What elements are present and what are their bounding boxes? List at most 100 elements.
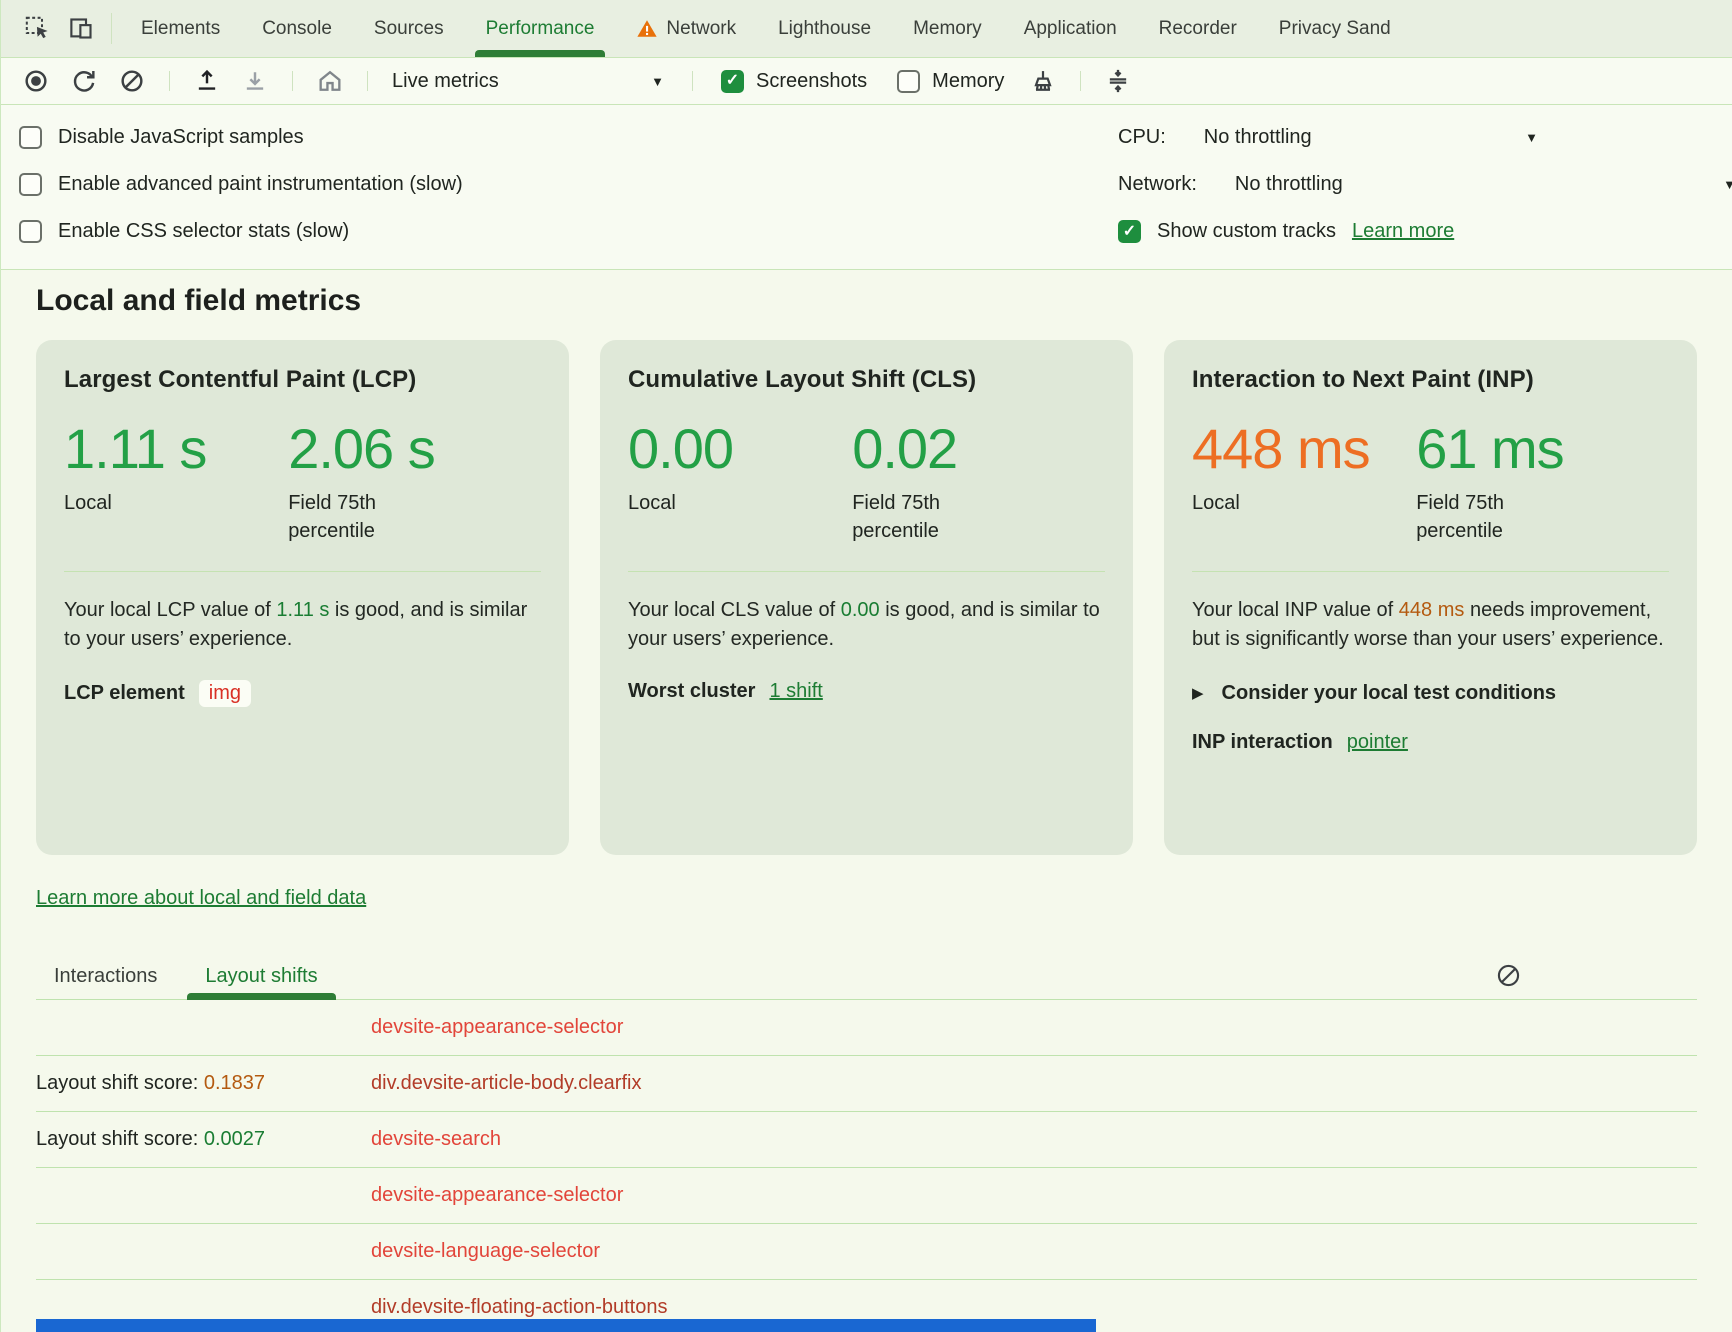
worst-cluster-link[interactable]: 1 shift bbox=[769, 680, 822, 703]
lcp-field-value: 2.06 s bbox=[288, 420, 541, 479]
layout-shift-row: devsite-language-selector bbox=[36, 1224, 1697, 1280]
screenshots-checkbox[interactable]: ✓ Screenshots bbox=[711, 70, 877, 93]
local-label: Local bbox=[1192, 489, 1416, 517]
devtools-performance-panel: Elements Console Sources Performance Net… bbox=[0, 0, 1732, 1332]
tab-lighthouse[interactable]: Lighthouse bbox=[757, 0, 892, 57]
shift-element-link[interactable]: devsite-search bbox=[371, 1128, 501, 1151]
custom-tracks-learn-more-link[interactable]: Learn more bbox=[1352, 220, 1454, 243]
horizontal-scrollbar[interactable] bbox=[36, 1319, 1096, 1332]
cls-inline-value: 0.00 bbox=[841, 599, 880, 621]
custom-tracks-checkbox[interactable]: ✓ bbox=[1118, 220, 1141, 243]
advanced-paint-instrumentation-checkbox[interactable]: Enable advanced paint instrumentation (s… bbox=[19, 161, 463, 208]
checkbox-unchecked bbox=[19, 173, 42, 196]
download-profile-icon[interactable] bbox=[236, 62, 274, 100]
lcp-values: 1.11 s Local 2.06 s Field 75th percentil… bbox=[64, 420, 541, 545]
field-column: 61 ms Field 75th percentile bbox=[1416, 420, 1669, 545]
clear-icon[interactable] bbox=[113, 62, 151, 100]
score-cell: Layout shift score: 0.0027 bbox=[36, 1128, 371, 1151]
tab-application[interactable]: Application bbox=[1003, 0, 1138, 57]
cpu-label: CPU: bbox=[1118, 126, 1166, 149]
tab-interactions[interactable]: Interactions bbox=[36, 954, 175, 999]
disclosure-triangle-icon: ▶ bbox=[1192, 684, 1204, 702]
tab-label: Lighthouse bbox=[778, 18, 871, 40]
inp-interaction-link[interactable]: pointer bbox=[1347, 731, 1408, 754]
capture-settings-right: CPU: No throttling ▼ Network: No throttl… bbox=[1118, 114, 1732, 260]
lcp-card: Largest Contentful Paint (LCP) 1.11 s Lo… bbox=[36, 340, 569, 855]
inspect-element-icon[interactable] bbox=[15, 0, 59, 57]
performance-toolbar: Live metrics ▼ ✓ Screenshots Memory bbox=[1, 58, 1732, 105]
live-metrics-view: Local and field metrics Largest Contentf… bbox=[1, 270, 1732, 1332]
tab-label: Elements bbox=[141, 18, 220, 40]
shift-element-link[interactable]: div.devsite-article-body.clearfix bbox=[371, 1072, 641, 1095]
home-icon[interactable] bbox=[311, 62, 349, 100]
device-toolbar-icon[interactable] bbox=[59, 0, 103, 57]
worst-cluster-row: Worst cluster 1 shift bbox=[628, 680, 1105, 703]
checkbox-unchecked bbox=[897, 70, 920, 93]
inp-interaction-row: INP interaction pointer bbox=[1192, 731, 1669, 754]
shift-element-link[interactable]: devsite-appearance-selector bbox=[371, 1016, 623, 1039]
lcp-element-node-link[interactable]: img bbox=[199, 680, 251, 707]
css-selector-stats-checkbox[interactable]: Enable CSS selector stats (slow) bbox=[19, 208, 463, 255]
tab-layout-shifts[interactable]: Layout shifts bbox=[187, 954, 335, 999]
tab-network[interactable]: Network bbox=[615, 0, 757, 57]
chevron-down-icon: ▼ bbox=[1525, 130, 1538, 145]
inp-interaction-label: INP interaction bbox=[1192, 731, 1333, 754]
card-title: Cumulative Layout Shift (CLS) bbox=[628, 366, 1105, 394]
metric-cards: Largest Contentful Paint (LCP) 1.11 s Lo… bbox=[36, 340, 1697, 855]
cls-card: Cumulative Layout Shift (CLS) 0.00 Local… bbox=[600, 340, 1133, 855]
tab-performance[interactable]: Performance bbox=[465, 0, 616, 57]
divider bbox=[111, 13, 112, 44]
devtools-tabbar: Elements Console Sources Performance Net… bbox=[1, 0, 1732, 58]
network-label: Network: bbox=[1118, 173, 1197, 196]
panel-mode-select[interactable]: Live metrics ▼ bbox=[386, 70, 674, 93]
lcp-element-label: LCP element bbox=[64, 682, 185, 705]
inp-description: Your local INP value of 448 ms needs imp… bbox=[1192, 596, 1669, 654]
warning-icon bbox=[636, 18, 658, 40]
setting-label: Enable advanced paint instrumentation (s… bbox=[58, 173, 463, 196]
cpu-value: No throttling bbox=[1204, 126, 1312, 149]
disclosure-label: Consider your local test conditions bbox=[1222, 682, 1557, 705]
local-test-conditions-disclosure[interactable]: ▶ Consider your local test conditions bbox=[1192, 682, 1669, 705]
check-icon: ✓ bbox=[1123, 221, 1136, 241]
tab-label: Interactions bbox=[54, 965, 157, 988]
local-column: 0.00 Local bbox=[628, 420, 852, 545]
shift-score: 0.1837 bbox=[204, 1072, 265, 1094]
shift-element-link[interactable]: div.devsite-floating-action-buttons bbox=[371, 1296, 667, 1319]
tab-label: Memory bbox=[913, 18, 982, 40]
checkbox-unchecked bbox=[19, 220, 42, 243]
clear-log-icon[interactable] bbox=[1495, 962, 1522, 992]
tab-privacy-sandbox[interactable]: Privacy Sand bbox=[1258, 0, 1391, 57]
layout-shift-row: Layout shift score: 0.0027 devsite-searc… bbox=[36, 1112, 1697, 1168]
local-column: 448 ms Local bbox=[1192, 420, 1416, 545]
lcp-local-value: 1.11 s bbox=[64, 420, 288, 479]
tab-console[interactable]: Console bbox=[241, 0, 353, 57]
field-data-learn-more-link[interactable]: Learn more about local and field data bbox=[36, 887, 366, 910]
upload-profile-icon[interactable] bbox=[188, 62, 226, 100]
cpu-throttling-select[interactable]: CPU: No throttling ▼ bbox=[1118, 114, 1732, 161]
tab-label: Network bbox=[666, 18, 736, 40]
show-custom-tracks-row: ✓ Show custom tracks Learn more bbox=[1118, 208, 1732, 255]
reload-record-icon[interactable] bbox=[65, 62, 103, 100]
tab-elements[interactable]: Elements bbox=[120, 0, 241, 57]
card-title: Largest Contentful Paint (LCP) bbox=[64, 366, 541, 394]
tab-recorder[interactable]: Recorder bbox=[1138, 0, 1258, 57]
collapse-icon[interactable] bbox=[1099, 62, 1137, 100]
memory-checkbox[interactable]: Memory bbox=[887, 70, 1014, 93]
network-throttling-select[interactable]: Network: No throttling ▼ bbox=[1118, 161, 1732, 208]
tab-sources[interactable]: Sources bbox=[353, 0, 465, 57]
garbage-collect-broom-icon[interactable] bbox=[1024, 62, 1062, 100]
record-icon[interactable] bbox=[17, 62, 55, 100]
tab-label: Console bbox=[262, 18, 332, 40]
chevron-down-icon: ▼ bbox=[1723, 177, 1732, 192]
shift-element-link[interactable]: devsite-language-selector bbox=[371, 1240, 600, 1263]
inp-inline-value: 448 ms bbox=[1399, 599, 1465, 621]
lcp-description: Your local LCP value of 1.11 s is good, … bbox=[64, 596, 541, 654]
shift-element-link[interactable]: devsite-appearance-selector bbox=[371, 1184, 623, 1207]
logs-tab-strip: Interactions Layout shifts bbox=[36, 954, 1697, 1000]
tab-memory[interactable]: Memory bbox=[892, 0, 1003, 57]
field-label: Field 75th percentile bbox=[852, 489, 1002, 545]
inp-local-value: 448 ms bbox=[1192, 420, 1416, 479]
divider bbox=[1080, 71, 1081, 91]
disable-js-samples-checkbox[interactable]: Disable JavaScript samples bbox=[19, 114, 463, 161]
cls-field-value: 0.02 bbox=[852, 420, 1105, 479]
